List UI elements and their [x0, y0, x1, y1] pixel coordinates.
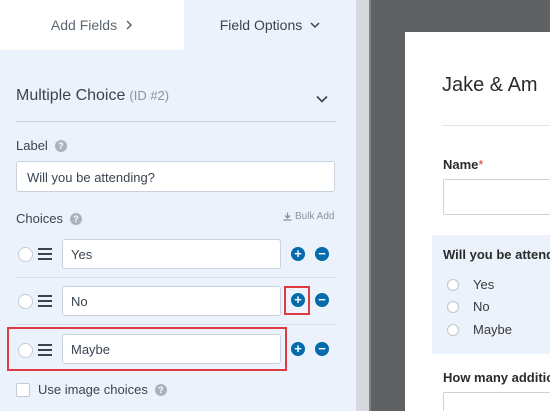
chevron-right-icon [125, 20, 133, 30]
choice-divider [16, 277, 336, 278]
title-divider [442, 125, 550, 126]
panel-gutter [356, 0, 370, 411]
add-button-highlight [284, 286, 310, 315]
next-field-input[interactable] [443, 392, 550, 411]
choices-heading: Choices? [16, 211, 82, 226]
preview-option-label: No [473, 299, 490, 314]
image-choices-label: Use image choices [38, 382, 148, 397]
required-mark: * [478, 157, 484, 172]
field-type-title: Multiple Choice (ID #2) [16, 87, 169, 105]
preview-radio[interactable] [447, 278, 459, 291]
choice-input[interactable]: No [62, 286, 281, 316]
collapse-chevron-icon[interactable] [316, 90, 328, 108]
choice-divider [16, 324, 336, 325]
field-options-panel: Add Fields Field Options Multiple Choice… [0, 0, 356, 411]
remove-choice-icon[interactable]: − [315, 342, 329, 356]
name-field-input[interactable] [443, 179, 550, 215]
tab-add-fields[interactable]: Add Fields [0, 0, 184, 50]
preview-option[interactable]: Yes [447, 277, 494, 292]
help-icon[interactable]: ? [69, 213, 82, 225]
remove-choice-icon[interactable]: − [315, 247, 329, 261]
label-input[interactable]: Will you be attending? [16, 161, 335, 192]
help-icon[interactable]: ? [54, 140, 67, 152]
bulk-add-label: Bulk Add [295, 211, 335, 222]
image-choices-option[interactable]: Use image choices ? [16, 382, 167, 397]
preview-radio[interactable] [447, 300, 459, 313]
add-choice-icon[interactable]: + [291, 247, 305, 261]
choice-default-radio[interactable] [18, 294, 33, 309]
chevron-down-icon [310, 21, 320, 29]
bulk-add-link[interactable]: Bulk Add [283, 211, 334, 222]
add-choice-icon[interactable]: + [291, 342, 305, 356]
tab-field-options-label: Field Options [219, 17, 303, 33]
image-choices-checkbox[interactable] [16, 382, 30, 397]
preview-option-label: Yes [473, 277, 495, 292]
question-label: Will you be attend [443, 247, 550, 262]
tab-field-options[interactable]: Field Options [184, 0, 356, 50]
remove-choice-icon[interactable]: − [315, 293, 329, 307]
help-icon[interactable]: ? [154, 383, 167, 396]
form-title: Jake & Am [442, 74, 538, 96]
drag-handle-icon[interactable] [38, 295, 52, 310]
field-section-header[interactable] [0, 50, 356, 122]
next-field-label: How many additio [443, 370, 550, 385]
new-choice-highlight [7, 327, 287, 371]
preview-radio[interactable] [447, 323, 459, 336]
name-label-text: Name [443, 157, 479, 172]
preview-option[interactable]: No [447, 299, 490, 314]
label-heading: Label? [16, 138, 67, 153]
preview-option[interactable]: Maybe [447, 322, 512, 337]
download-icon [283, 212, 292, 221]
field-id: (ID #2) [129, 88, 170, 103]
name-field-label: Name* [443, 157, 483, 172]
form-preview: Jake & Am Name* Will you be attend Yes N… [405, 32, 550, 411]
field-type-name: Multiple Choice [16, 87, 126, 104]
preview-option-label: Maybe [473, 322, 513, 337]
label-heading-text: Label [16, 138, 48, 153]
drag-handle-icon[interactable] [38, 248, 52, 263]
choices-heading-text: Choices [16, 211, 63, 226]
choice-default-radio[interactable] [18, 247, 33, 262]
section-divider [16, 121, 336, 122]
choice-input[interactable]: Yes [62, 239, 281, 269]
tab-add-fields-label: Add Fields [50, 17, 118, 33]
